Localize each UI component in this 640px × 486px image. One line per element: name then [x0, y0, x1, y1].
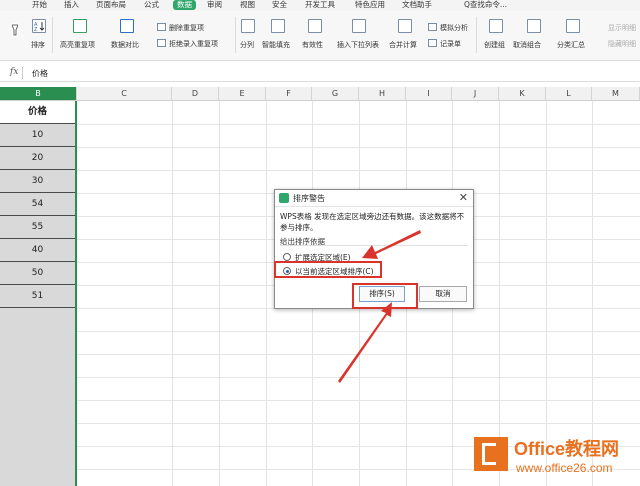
annotation-arrows	[338, 230, 421, 383]
arrow-to-sort-icon	[338, 302, 392, 383]
arrow-to-option-icon	[362, 230, 421, 259]
watermark-url: www.office26.com	[516, 461, 613, 475]
office-logo-icon	[474, 437, 508, 471]
office-logo-mark	[482, 443, 496, 465]
watermark-title: Office教程网	[514, 439, 620, 459]
